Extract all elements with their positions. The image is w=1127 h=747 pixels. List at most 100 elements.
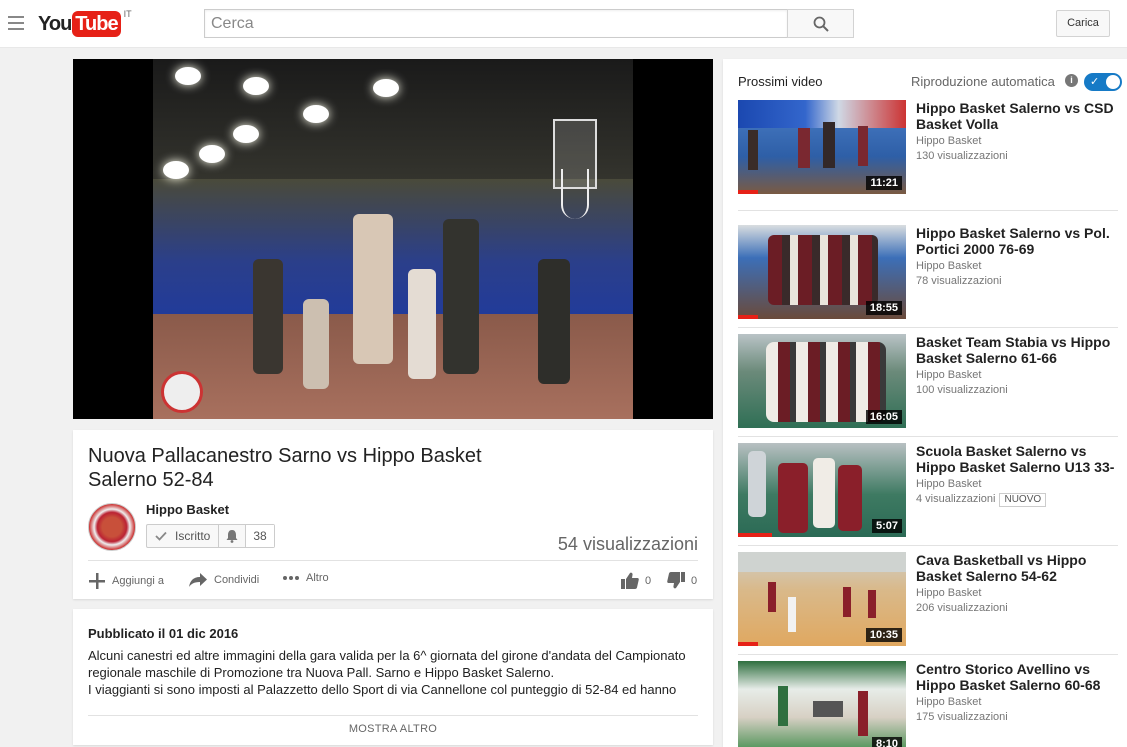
youtube-logo[interactable]: You Tube IT (38, 9, 132, 37)
divider (88, 715, 698, 716)
watched-progress-bar (738, 190, 759, 194)
related-video-channel: Hippo Basket (916, 696, 982, 708)
related-video-views: 130 visualizzazioni (916, 150, 1008, 162)
related-video-views: 100 visualizzazioni (916, 384, 1008, 396)
divider (738, 210, 1118, 211)
share-arrow-icon (189, 573, 207, 587)
bell-icon (226, 530, 238, 543)
description-line: regionale maschile di Promozione tra Nuo… (88, 665, 555, 680)
related-video-title[interactable]: Centro Storico Avellino vs Hippo Basket … (916, 661, 1116, 693)
views-text: 4 visualizzazioni (916, 493, 996, 505)
subscriber-count: 38 (246, 525, 274, 547)
subscribed-label: Iscritto (175, 529, 211, 543)
views-text: 175 visualizzazioni (916, 711, 1008, 723)
video-duration: 10:35 (865, 628, 902, 642)
share-button[interactable]: Condividi (188, 572, 259, 588)
video-info-card: Nuova Pallacanestro Sarno vs Hippo Baske… (73, 430, 713, 599)
share-label: Condividi (214, 574, 260, 586)
related-video-channel: Hippo Basket (916, 135, 982, 147)
search-icon (813, 16, 829, 32)
logo-country-code: IT (123, 9, 132, 19)
divider (738, 545, 1118, 546)
related-video-channel: Hippo Basket (916, 369, 982, 381)
description-card: Pubblicato il 01 dic 2016 Alcuni canestr… (73, 609, 713, 745)
related-video-views: 175 visualizzazioni (916, 711, 1008, 723)
video-thumbnail[interactable]: 5:07 (738, 443, 906, 537)
like-button[interactable]: 0 (621, 572, 651, 589)
view-count: 54 visualizzazioni (557, 534, 698, 554)
related-video-title[interactable]: Hippo Basket Salerno vs CSD Basket Volla (916, 100, 1116, 132)
upload-button[interactable]: Carica (1056, 10, 1110, 37)
video-thumbnail[interactable]: 11:21 (738, 100, 906, 194)
dislike-count: 0 (691, 574, 698, 587)
video-duration: 5:07 (871, 519, 902, 533)
info-icon[interactable]: i (1065, 74, 1078, 87)
related-video-channel: Hippo Basket (916, 260, 982, 272)
logo-text-tube: Tube (72, 11, 121, 37)
thumbs-down-icon (667, 572, 685, 589)
watched-progress-bar (738, 642, 759, 646)
video-thumbnail[interactable]: 8:10 (738, 661, 906, 747)
related-videos-sidebar: Prossimi video Riproduzione automatica i… (723, 59, 1127, 747)
subscribed-state[interactable]: Iscritto (147, 525, 220, 547)
related-video-item[interactable]: 18:55 Hippo Basket Salerno vs Pol. Porti… (738, 225, 1118, 319)
video-title: Nuova Pallacanestro Sarno vs Hippo Baske… (88, 445, 482, 491)
hamburger-menu-icon[interactable] (8, 16, 24, 30)
subscribe-button[interactable]: Iscritto 38 (146, 524, 275, 548)
autoplay-toggle[interactable]: ✓ (1084, 73, 1122, 91)
check-icon: ✓ (1090, 76, 1100, 88)
video-thumbnail[interactable]: 16:05 (738, 334, 906, 428)
divider (738, 436, 1118, 437)
divider (88, 560, 698, 561)
notification-bell-button[interactable] (219, 525, 247, 547)
description-line: Alcuni canestri ed altre immagini della … (88, 648, 686, 663)
search-input[interactable]: Cerca (204, 9, 788, 38)
related-video-title[interactable]: Basket Team Stabia vs Hippo Basket Saler… (916, 334, 1116, 366)
description-line: I viaggianti si sono imposti al Palazzet… (88, 682, 677, 697)
masthead: You Tube IT Cerca Carica (0, 0, 1127, 48)
autoplay-label: Riproduzione automatica (911, 74, 1055, 89)
video-thumbnail[interactable]: 18:55 (738, 225, 906, 319)
related-video-item[interactable]: 10:35 Cava Basketball vs Hippo Basket Sa… (738, 552, 1118, 646)
new-badge: NUOVO (999, 493, 1047, 507)
video-duration: 11:21 (866, 176, 902, 190)
related-video-item[interactable]: 5:07 Scuola Basket Salerno vs Hippo Bask… (738, 443, 1118, 537)
related-video-views: 78 visualizzazioni (916, 275, 1002, 287)
views-text: 78 visualizzazioni (916, 275, 1002, 287)
channel-name[interactable]: Hippo Basket (146, 502, 229, 517)
views-text: 100 visualizzazioni (916, 384, 1008, 396)
views-text: 130 visualizzazioni (916, 150, 1008, 162)
more-label: Altro (306, 572, 329, 584)
related-video-item[interactable]: 11:21 Hippo Basket Salerno vs CSD Basket… (738, 100, 1118, 194)
video-player[interactable] (73, 59, 713, 419)
related-video-title[interactable]: Hippo Basket Salerno vs Pol. Portici 200… (916, 225, 1116, 257)
views-text: 206 visualizzazioni (916, 602, 1008, 614)
add-to-button[interactable]: Aggiungi a (88, 572, 164, 590)
show-more-button[interactable]: MOSTRA ALTRO (73, 723, 713, 735)
search-button[interactable] (787, 9, 854, 38)
dislike-button[interactable]: 0 (667, 572, 697, 589)
thumbs-up-icon (621, 572, 639, 589)
related-video-views: 4 visualizzazioni NUOVO (916, 493, 1047, 507)
add-to-label: Aggiungi a (112, 575, 164, 587)
related-video-title[interactable]: Cava Basketball vs Hippo Basket Salerno … (916, 552, 1116, 584)
divider (738, 654, 1118, 655)
plus-icon (89, 573, 105, 589)
video-thumbnail[interactable]: 10:35 (738, 552, 906, 646)
up-next-heading: Prossimi video (738, 74, 823, 89)
related-video-channel: Hippo Basket (916, 478, 982, 490)
watched-progress-bar (738, 533, 772, 537)
more-dots-icon (283, 576, 299, 580)
divider (738, 327, 1118, 328)
toggle-knob (1106, 75, 1120, 89)
description-text: Alcuni canestri ed altre immagini della … (88, 647, 698, 698)
more-button[interactable]: Altro (282, 572, 329, 584)
video-duration: 8:10 (871, 737, 902, 747)
related-video-title[interactable]: Scuola Basket Salerno vs Hippo Basket Sa… (916, 443, 1116, 475)
channel-avatar[interactable] (88, 503, 136, 551)
video-duration: 18:55 (865, 301, 902, 315)
checkmark-icon (155, 531, 167, 541)
related-video-channel: Hippo Basket (916, 587, 982, 599)
related-video-item[interactable]: 8:10 Centro Storico Avellino vs Hippo Ba… (738, 661, 1118, 747)
related-video-item[interactable]: 16:05 Basket Team Stabia vs Hippo Basket… (738, 334, 1118, 428)
